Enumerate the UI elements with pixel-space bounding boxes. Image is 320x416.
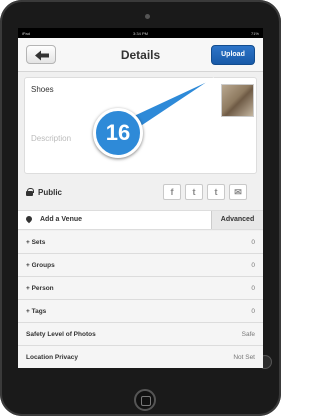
list-item-label: Location Privacy [26,353,79,361]
status-bar: iPad 3:34 PM 71% [18,28,263,38]
step-number-badge: 16 [93,108,143,158]
list-item-value: 0 [251,261,255,269]
list-item-value: Safe [241,330,255,338]
list-item-value: 0 [251,238,255,246]
list-item-value: Not Set [233,353,255,361]
list-item-label: + Groups [26,261,55,269]
list-item-groups[interactable]: + Groups 0 [18,254,263,277]
location-pin-icon [26,216,32,224]
list-item-label: + Person [26,284,54,292]
tumblr-icon[interactable]: t [207,184,225,200]
nav-bar: Details Upload [18,38,263,72]
twitter-icon[interactable]: t [185,184,203,200]
list-item-label: Safety Level of Photos [26,330,96,338]
list-item-tags[interactable]: + Tags 0 [18,300,263,323]
venue-row[interactable]: Add a Venue Advanced [18,210,263,230]
share-icons: f t t ✉ [163,184,247,200]
home-button[interactable] [134,389,156,411]
settings-list: + Sets 0 + Groups 0 + Person 0 + Tags 0 … [18,231,263,368]
details-screen: Details Upload Shoes Description 16 Publ… [18,38,263,368]
privacy-label: Public [38,187,63,197]
photo-thumbnail [221,84,254,117]
list-item-safety-level[interactable]: Safety Level of Photos Safe [18,323,263,346]
upload-button[interactable]: Upload [211,45,255,65]
add-venue-label: Add a Venue [40,216,83,223]
battery-label: 71% [250,30,259,36]
lock-icon [26,188,34,196]
list-item-label: + Sets [26,238,46,246]
carrier-label: iPad [22,30,31,36]
list-item-value: 0 [251,307,255,315]
facebook-icon[interactable]: f [163,184,181,200]
list-item-sets[interactable]: + Sets 0 [18,231,263,254]
list-item-value: 0 [251,284,255,292]
status-time: 3:34 PM [133,30,148,36]
camera-dot [145,14,150,19]
email-icon[interactable]: ✉ [229,184,247,200]
advanced-button[interactable]: Advanced [211,211,263,229]
privacy-row[interactable]: Public f t t ✉ [18,179,263,205]
photo-title-input[interactable]: Shoes [31,85,54,94]
description-input[interactable]: Description [31,134,71,143]
ipad-frame: iPad 3:34 PM 71% Details Upload Shoes De… [0,0,281,416]
list-item-person[interactable]: + Person 0 [18,277,263,300]
screen: iPad 3:34 PM 71% Details Upload Shoes De… [18,28,263,368]
list-item-label: + Tags [26,307,47,315]
list-item-location-privacy[interactable]: Location Privacy Not Set [18,346,263,368]
